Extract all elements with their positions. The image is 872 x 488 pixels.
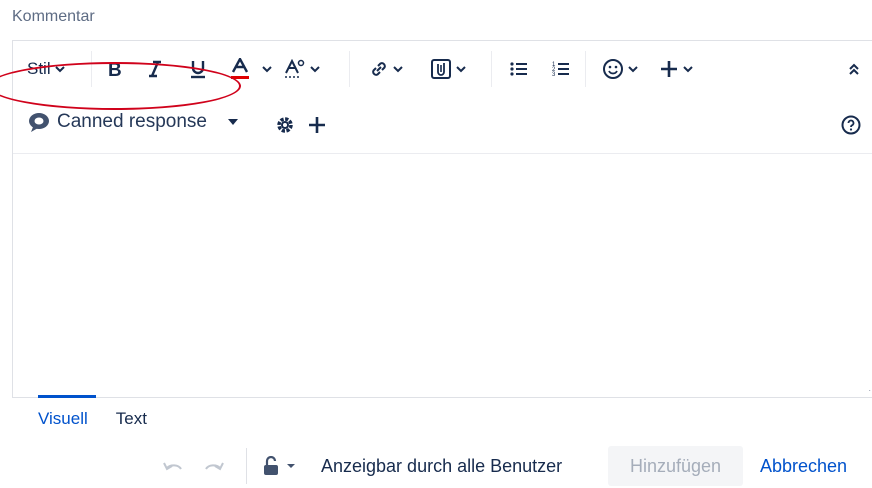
text-color-icon — [231, 58, 249, 79]
canned-response-settings-button[interactable] — [273, 109, 297, 141]
comment-editor: Stil B 1 2 3 Canned response — [12, 40, 872, 398]
emoji-button[interactable] — [599, 53, 641, 85]
chevron-down-icon — [262, 66, 272, 73]
tab-visual[interactable]: Visuell — [38, 395, 96, 436]
insert-more-icon — [661, 61, 677, 77]
visibility-dropdown[interactable] — [262, 444, 296, 488]
emoji-icon — [603, 59, 623, 79]
redo-button[interactable] — [204, 444, 224, 488]
canned-response-label: Canned response — [57, 111, 207, 132]
caret-down-icon — [228, 119, 238, 125]
link-icon — [372, 62, 386, 76]
help-button[interactable] — [839, 109, 863, 141]
toolbar-divider — [491, 51, 492, 87]
footer-divider — [246, 448, 247, 484]
gear-icon — [277, 117, 293, 133]
text-format-icon — [285, 59, 305, 78]
lock-icon — [264, 456, 278, 475]
attachment-button[interactable] — [423, 53, 473, 85]
bullet-list-icon — [510, 62, 527, 76]
canned-response-toolbar: Canned response — [13, 97, 872, 154]
insert-more-button[interactable] — [653, 53, 699, 85]
redo-icon — [205, 462, 224, 471]
bullet-list-button[interactable] — [507, 53, 531, 85]
link-button[interactable] — [365, 53, 407, 85]
caret-down-icon — [287, 464, 295, 468]
formatting-toolbar: Stil B 1 2 3 — [13, 41, 872, 97]
italic-icon — [149, 60, 161, 78]
text-color-button[interactable] — [227, 53, 253, 85]
toolbar-divider — [585, 51, 586, 87]
collapse-toolbar-button[interactable] — [843, 53, 865, 85]
collapse-toolbar-icon — [849, 63, 859, 75]
chevron-down-icon — [310, 66, 320, 73]
underline-button[interactable] — [185, 53, 211, 85]
text-format-button[interactable] — [281, 53, 323, 85]
editor-mode-tabs: Visuell Text — [38, 395, 175, 436]
chevron-down-icon — [628, 66, 638, 73]
attachment-icon — [431, 59, 451, 79]
undo-icon — [163, 462, 182, 471]
comment-field-label: Kommentar — [12, 8, 95, 25]
svg-text:3: 3 — [552, 72, 556, 78]
chevron-down-icon — [683, 66, 693, 73]
style-dropdown-label: Stil — [27, 59, 51, 78]
visibility-label: Anzeigbar durch alle Benutzer — [321, 455, 563, 476]
svg-text:B: B — [108, 60, 122, 78]
style-dropdown[interactable]: Stil — [27, 53, 65, 85]
canned-response-dropdown[interactable]: Canned response — [27, 111, 239, 133]
italic-button[interactable] — [143, 53, 167, 85]
speech-bubble-icon — [29, 113, 49, 132]
chevron-down-icon — [54, 66, 65, 73]
bold-icon: B — [108, 60, 122, 78]
cancel-button[interactable]: Abbrechen — [760, 444, 847, 488]
numbered-list-icon: 123 — [552, 62, 569, 78]
comment-footer: Anzeigbar durch alle Benutzer Hinzufügen… — [0, 444, 872, 488]
tab-text[interactable]: Text — [116, 396, 147, 436]
help-icon — [841, 115, 861, 135]
toolbar-divider — [349, 51, 350, 87]
chevron-down-icon — [393, 66, 403, 73]
add-canned-response-button[interactable] — [305, 109, 329, 141]
bold-button[interactable]: B — [103, 53, 127, 85]
plus-icon — [309, 117, 325, 133]
chevron-down-icon — [456, 66, 466, 73]
undo-button[interactable] — [163, 444, 183, 488]
toolbar-divider — [91, 51, 92, 87]
underline-icon — [191, 61, 205, 79]
comment-text-area[interactable]: ⋰ — [13, 153, 872, 397]
resize-handle[interactable]: ⋰ — [868, 382, 872, 393]
add-comment-button[interactable]: Hinzufügen — [608, 446, 743, 486]
text-color-dropdown[interactable] — [259, 53, 275, 85]
numbered-list-button[interactable]: 123 — [549, 53, 573, 85]
